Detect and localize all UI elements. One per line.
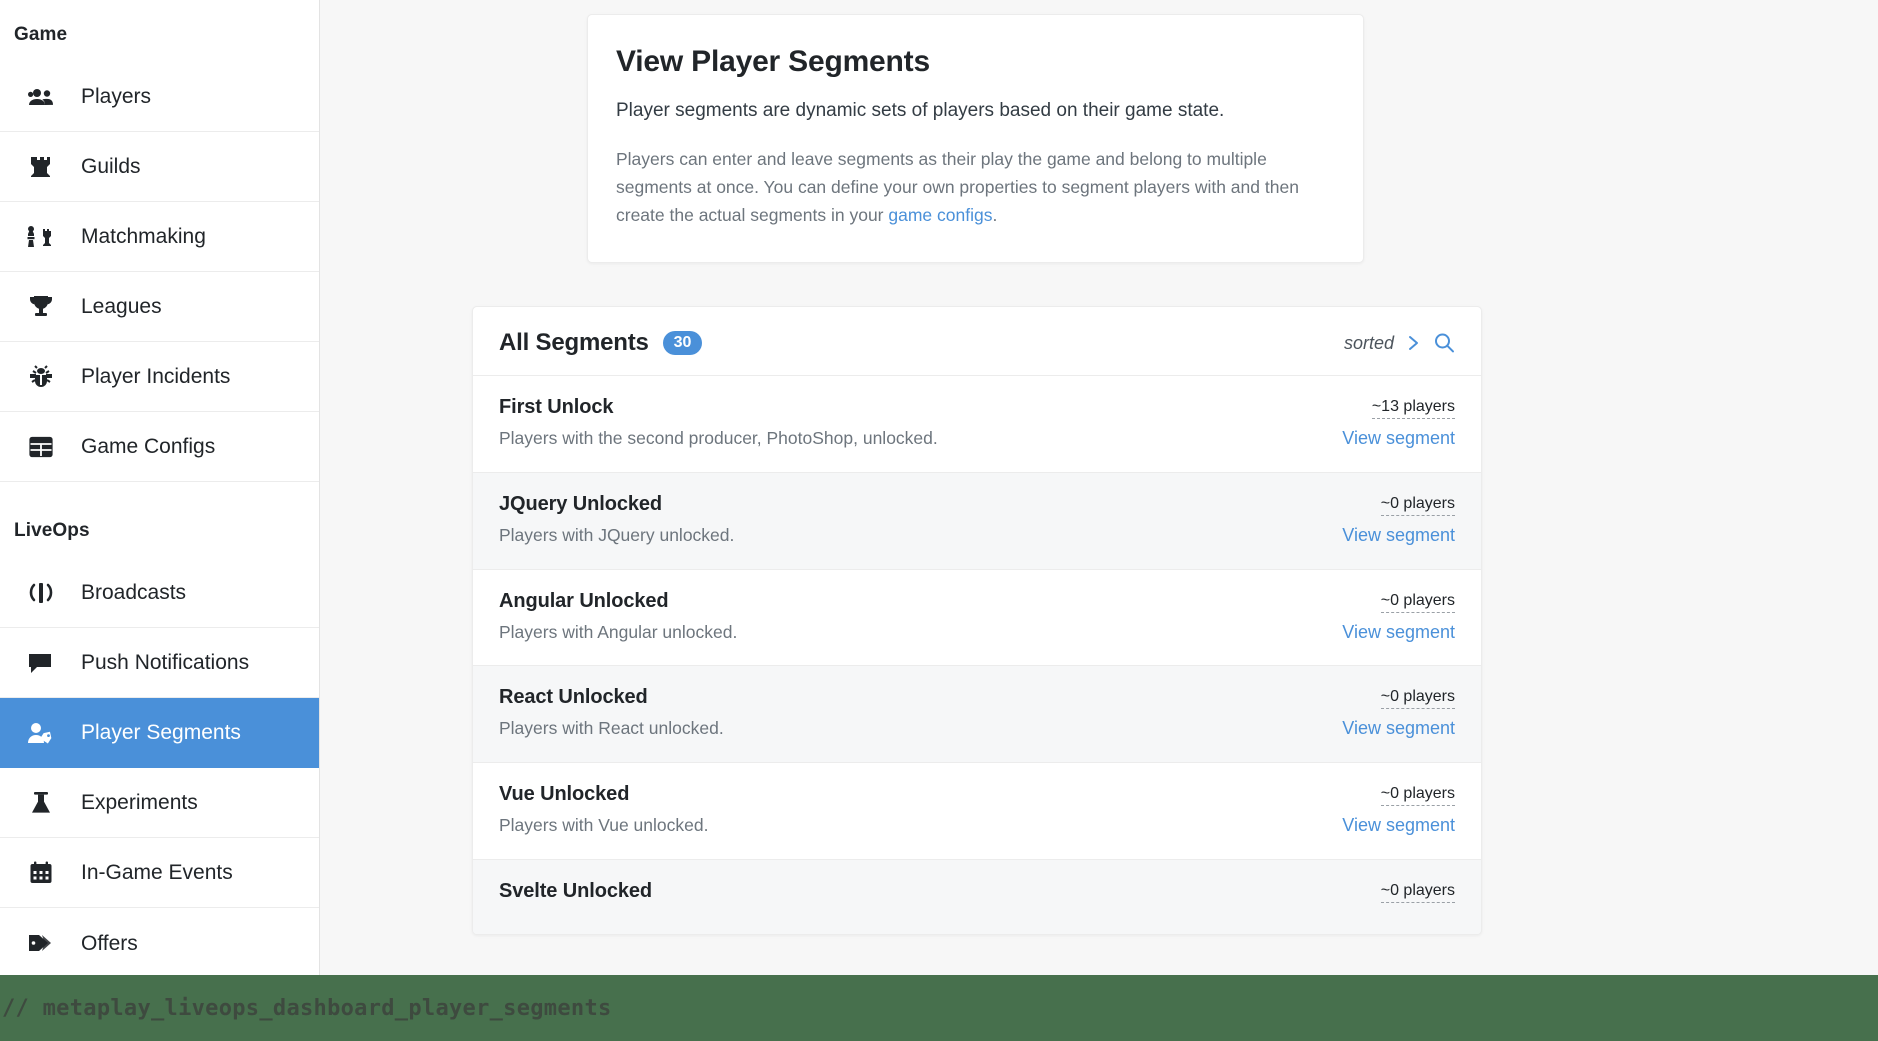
- sidebar-item-label: Offers: [81, 933, 138, 954]
- intro-card: View Player Segments Player segments are…: [587, 14, 1364, 263]
- view-segment-link[interactable]: View segment: [1342, 622, 1455, 643]
- sidebar-item-label: Experiments: [81, 792, 198, 813]
- sidebar-item-label: Game Configs: [81, 436, 215, 457]
- all-segments-header-left: All Segments 30: [499, 329, 702, 357]
- segment-info: React Unlocked Players with React unlock…: [499, 686, 724, 740]
- segment-name: Svelte Unlocked: [499, 880, 652, 903]
- all-segments-title: All Segments: [499, 329, 649, 357]
- guilds-icon: [26, 153, 56, 181]
- matchmaking-icon: [26, 223, 56, 251]
- chat-icon: [26, 649, 56, 677]
- all-segments-card: All Segments 30 sorted: [472, 306, 1482, 935]
- sidebar-section-title-game: Game: [0, 0, 319, 62]
- segments-count-badge: 30: [663, 331, 703, 356]
- sidebar-item-push-notifications[interactable]: Push Notifications: [0, 628, 319, 698]
- player-count: ~0 players: [1381, 785, 1455, 806]
- sidebar-item-leagues[interactable]: Leagues: [0, 272, 319, 342]
- table-row[interactable]: First Unlock Players with the second pro…: [473, 375, 1481, 472]
- player-segments-icon: [26, 719, 56, 747]
- game-configs-link[interactable]: game configs: [888, 205, 992, 225]
- status-bar-text: // metaplay_liveops_dashboard_player_seg…: [0, 996, 612, 1021]
- segment-meta: ~0 players: [1381, 880, 1455, 912]
- intro-body-after: .: [992, 205, 997, 225]
- segment-info: JQuery Unlocked Players with JQuery unlo…: [499, 493, 734, 547]
- sidebar-item-label: Guilds: [81, 156, 141, 177]
- segment-meta: ~0 players View segment: [1342, 493, 1455, 546]
- view-segment-link[interactable]: View segment: [1342, 428, 1455, 449]
- bug-icon: [26, 363, 56, 391]
- sidebar-item-offers[interactable]: Offers: [0, 908, 319, 978]
- segment-info: First Unlock Players with the second pro…: [499, 396, 938, 450]
- segment-name: Vue Unlocked: [499, 783, 708, 806]
- segment-name: JQuery Unlocked: [499, 493, 734, 516]
- player-count: ~0 players: [1381, 882, 1455, 903]
- segment-meta: ~0 players View segment: [1342, 783, 1455, 836]
- segment-info: Vue Unlocked Players with Vue unlocked.: [499, 783, 708, 837]
- segment-name: Angular Unlocked: [499, 590, 737, 613]
- table-row[interactable]: Vue Unlocked Players with Vue unlocked. …: [473, 762, 1481, 859]
- sidebar-item-label: Matchmaking: [81, 226, 206, 247]
- intro-lead: Player segments are dynamic sets of play…: [616, 97, 1335, 125]
- chevron-right-icon[interactable]: [1406, 333, 1421, 353]
- page-title: View Player Segments: [616, 45, 1335, 79]
- sidebar-item-players[interactable]: Players: [0, 62, 319, 132]
- table-row[interactable]: React Unlocked Players with React unlock…: [473, 665, 1481, 762]
- all-segments-header-right: sorted: [1344, 332, 1455, 354]
- segment-meta: ~0 players View segment: [1342, 686, 1455, 739]
- player-count: ~13 players: [1372, 398, 1455, 419]
- table-row[interactable]: Angular Unlocked Players with Angular un…: [473, 569, 1481, 666]
- player-count: ~0 players: [1381, 495, 1455, 516]
- segment-info: Svelte Unlocked: [499, 880, 652, 911]
- sorted-label: sorted: [1344, 333, 1394, 354]
- segment-description: Players with Vue unlocked.: [499, 814, 708, 837]
- trophy-icon: [26, 293, 56, 321]
- table-row[interactable]: JQuery Unlocked Players with JQuery unlo…: [473, 472, 1481, 569]
- view-segment-link[interactable]: View segment: [1342, 525, 1455, 546]
- tag-icon: [26, 929, 56, 957]
- app-root: Game Players Guilds: [0, 0, 1878, 1041]
- sidebar-section-title-liveops: LiveOps: [0, 482, 319, 558]
- players-icon: [26, 83, 56, 111]
- segment-description: Players with the second producer, PhotoS…: [499, 427, 938, 450]
- table-row[interactable]: Svelte Unlocked ~0 players: [473, 859, 1481, 934]
- intro-body: Players can enter and leave segments as …: [616, 145, 1335, 230]
- sidebar-item-label: Leagues: [81, 296, 162, 317]
- sidebar-item-label: Players: [81, 86, 151, 107]
- view-segment-link[interactable]: View segment: [1342, 718, 1455, 739]
- sidebar-item-label: Player Segments: [81, 722, 241, 743]
- sidebar-item-guilds[interactable]: Guilds: [0, 132, 319, 202]
- sidebar-item-in-game-events[interactable]: In-Game Events: [0, 838, 319, 908]
- segment-meta: ~13 players View segment: [1342, 396, 1455, 449]
- sidebar-item-player-segments[interactable]: Player Segments: [0, 698, 319, 768]
- sidebar-item-player-incidents[interactable]: Player Incidents: [0, 342, 319, 412]
- segment-name: First Unlock: [499, 396, 938, 419]
- player-count: ~0 players: [1381, 688, 1455, 709]
- sidebar-item-game-configs[interactable]: Game Configs: [0, 412, 319, 482]
- segment-description: Players with JQuery unlocked.: [499, 524, 734, 547]
- segment-description: Players with React unlocked.: [499, 717, 724, 740]
- sidebar: Game Players Guilds: [0, 0, 320, 1041]
- sidebar-item-experiments[interactable]: Experiments: [0, 768, 319, 838]
- status-bar: // metaplay_liveops_dashboard_player_seg…: [0, 975, 1878, 1041]
- search-icon[interactable]: [1433, 332, 1455, 354]
- flask-icon: [26, 789, 56, 817]
- sidebar-item-matchmaking[interactable]: Matchmaking: [0, 202, 319, 272]
- broadcast-icon: [26, 579, 56, 607]
- sidebar-item-label: In-Game Events: [81, 862, 233, 883]
- main-content: View Player Segments Player segments are…: [320, 0, 1878, 1041]
- sidebar-item-label: Broadcasts: [81, 582, 186, 603]
- segment-name: React Unlocked: [499, 686, 724, 709]
- table-icon: [26, 433, 56, 461]
- view-segment-link[interactable]: View segment: [1342, 815, 1455, 836]
- all-segments-header: All Segments 30 sorted: [473, 307, 1481, 375]
- calendar-icon: [26, 859, 56, 887]
- sidebar-item-broadcasts[interactable]: Broadcasts: [0, 558, 319, 628]
- segment-info: Angular Unlocked Players with Angular un…: [499, 590, 737, 644]
- sidebar-item-label: Push Notifications: [81, 652, 249, 673]
- segment-meta: ~0 players View segment: [1342, 590, 1455, 643]
- player-count: ~0 players: [1381, 592, 1455, 613]
- segment-description: Players with Angular unlocked.: [499, 621, 737, 644]
- sidebar-item-label: Player Incidents: [81, 366, 230, 387]
